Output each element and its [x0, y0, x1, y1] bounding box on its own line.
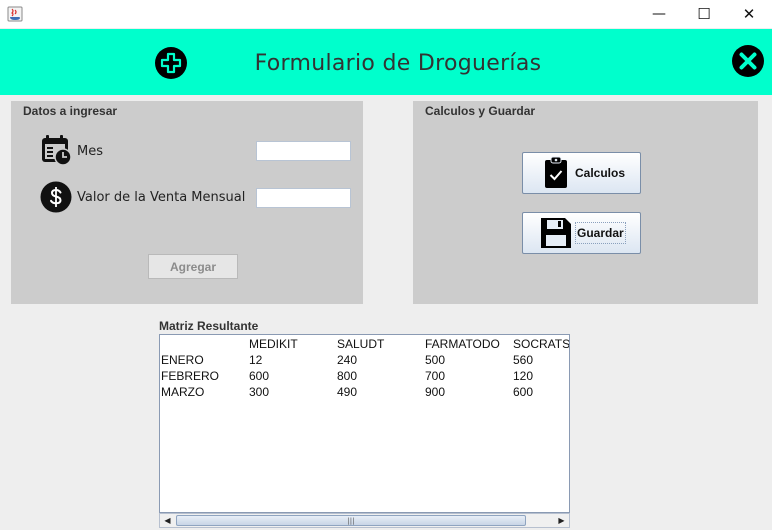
table-cell: 560: [513, 353, 534, 367]
table-cell: 12: [249, 353, 263, 367]
table-cell: 900: [425, 385, 446, 399]
window-titlebar: — ☐ ✕: [0, 0, 772, 28]
valor-venta-label: Valor de la Venta Mensual: [77, 190, 246, 205]
calculos-button-label: Calculos: [575, 166, 626, 180]
table-cell: 600: [249, 369, 270, 383]
table-cell: 300: [249, 385, 270, 399]
java-app-icon: [7, 6, 23, 22]
clipboard-check-icon: [545, 156, 567, 188]
calculos-panel: Calculos y Guardar Calculos Guardar: [413, 101, 758, 304]
table-cell: 600: [513, 385, 534, 399]
table-cell: MARZO: [161, 385, 205, 399]
header-band: Formulario de Droguerías: [0, 29, 772, 95]
matrix-header-cell: MEDIKIT: [249, 337, 298, 351]
datos-panel: Datos a ingresar Mes Valor de la Venta M…: [11, 101, 363, 304]
scroll-right-arrow-icon[interactable]: ▶: [554, 514, 569, 527]
window-minimize-button[interactable]: —: [636, 0, 682, 28]
table-cell: 700: [425, 369, 446, 383]
horizontal-scrollbar[interactable]: ◀ ||| ▶: [159, 513, 570, 528]
matrix-header-cell: FARMATODO: [425, 337, 500, 351]
guardar-button-label: Guardar: [575, 222, 626, 244]
scrollbar-thumb[interactable]: |||: [176, 515, 526, 526]
window-maximize-button[interactable]: ☐: [681, 0, 727, 28]
matrix-title: Matriz Resultante: [159, 319, 259, 333]
floppy-disk-icon: [541, 218, 571, 248]
table-cell: 500: [425, 353, 446, 367]
agregar-button[interactable]: Agregar: [148, 254, 238, 279]
page-title: Formulario de Droguerías: [254, 51, 542, 76]
dollar-circle-icon: [40, 181, 72, 213]
calculos-button[interactable]: Calculos: [522, 152, 641, 194]
valor-venta-field[interactable]: [256, 188, 351, 208]
table-cell: ENERO: [161, 353, 204, 367]
table-cell: FEBRERO: [161, 369, 220, 383]
table-cell: 240: [337, 353, 358, 367]
calculos-panel-title: Calculos y Guardar: [425, 104, 536, 118]
datos-panel-title: Datos a ingresar: [23, 104, 118, 118]
scroll-left-arrow-icon[interactable]: ◀: [160, 514, 175, 527]
matrix-header-cell: SALUDT: [337, 337, 385, 351]
scrollbar-grip: |||: [347, 516, 355, 525]
table-cell: 120: [513, 369, 534, 383]
window-close-button[interactable]: ✕: [726, 0, 772, 28]
mes-field[interactable]: [256, 141, 351, 161]
guardar-button[interactable]: Guardar: [522, 212, 641, 254]
matrix-textarea[interactable]: MEDIKIT SALUDT FARMATODO SOCRATS ENERO 1…: [159, 334, 570, 513]
calendar-clock-icon: [42, 135, 72, 166]
close-circle-icon[interactable]: [731, 44, 765, 78]
matrix-header-cell: SOCRATS: [513, 337, 570, 351]
table-cell: 800: [337, 369, 358, 383]
table-cell: 490: [337, 385, 358, 399]
mes-label: Mes: [77, 144, 103, 159]
